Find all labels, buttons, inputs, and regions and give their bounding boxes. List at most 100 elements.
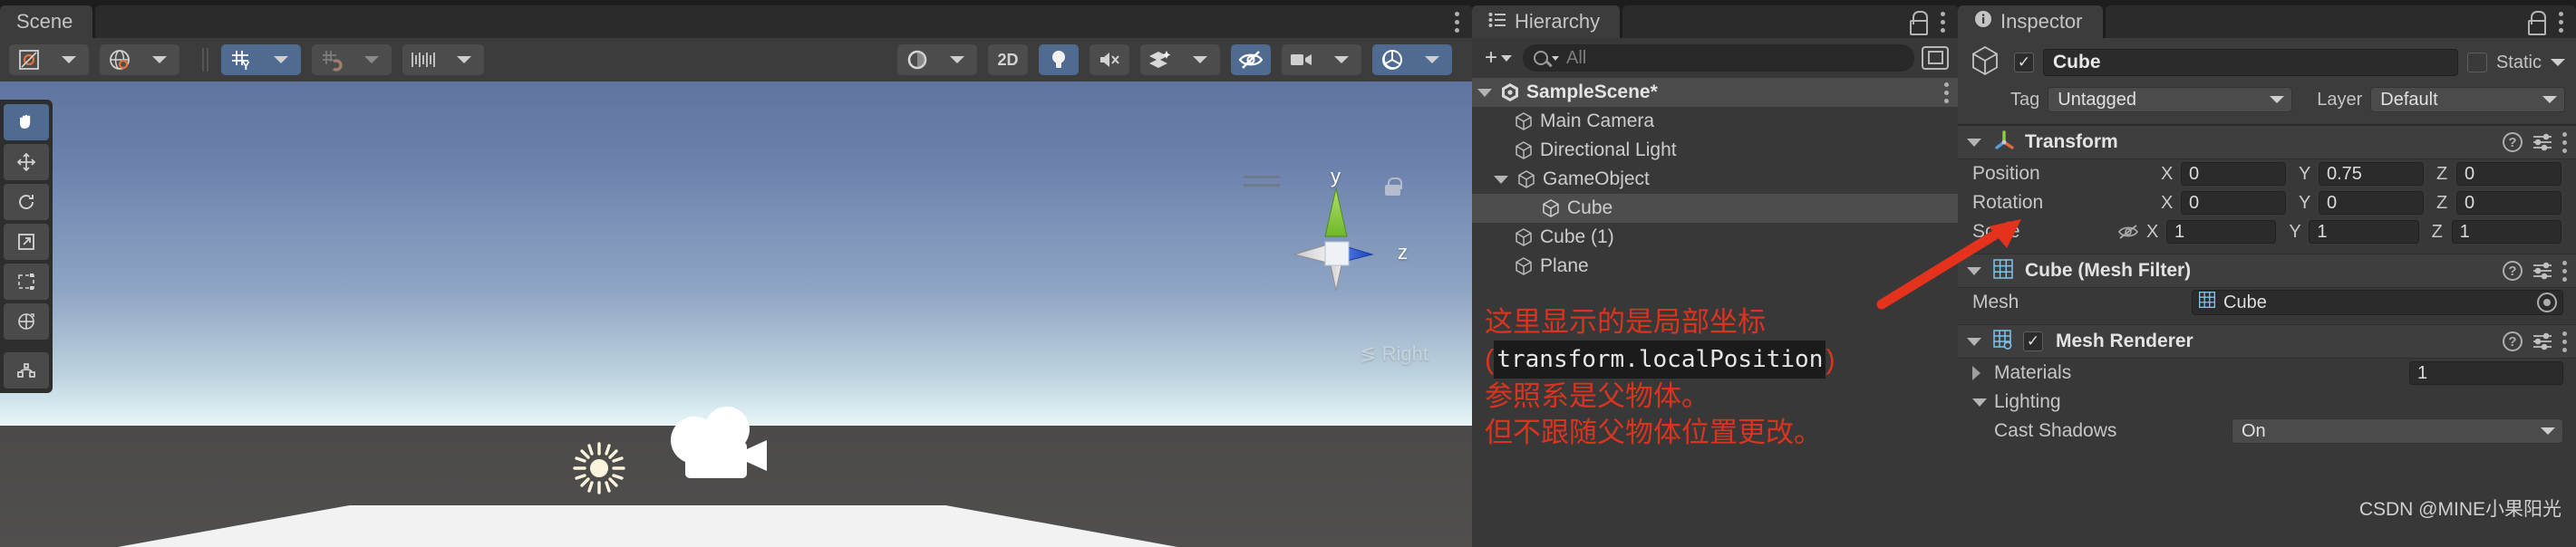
static-checkbox[interactable] [2466,53,2487,72]
component-header-mesh-filter[interactable]: Cube (Mesh Filter) ? [1958,254,2576,288]
add-gameobject-button[interactable]: + [1481,45,1516,71]
pivot-center-icon[interactable] [9,44,49,75]
scene-camera-icon[interactable] [1282,44,1322,75]
effects-icon[interactable] [1140,44,1180,75]
mesh-renderer-enabled-checkbox[interactable]: ✓ [2023,331,2043,351]
hierarchy-row-gameobject[interactable]: GameObject [1472,165,1958,194]
eye-off-icon[interactable] [1231,44,1271,75]
fx-dropdown[interactable] [1180,44,1220,75]
constrain-proportions-off-icon[interactable] [2117,224,2139,240]
chevron-down-icon[interactable] [1494,175,1508,184]
preset-icon[interactable] [2532,132,2553,152]
scale-y-input[interactable]: 1 [2309,220,2419,244]
object-enabled-checkbox[interactable]: ✓ [2014,53,2034,72]
rotation-z-input[interactable]: 0 [2456,191,2561,215]
scene-camera-dropdown[interactable] [1322,44,1361,75]
rotation-x-input[interactable]: 0 [2181,191,2286,215]
hierarchy-toolbar: + All [1472,38,1958,78]
component-menu-kebab-icon[interactable] [2562,260,2567,282]
chevron-down-icon[interactable] [1477,88,1492,97]
grid-snap-y-icon[interactable]: Y [221,44,261,75]
hierarchy-search-input[interactable]: All [1523,44,1914,72]
scale-tool[interactable] [4,224,49,260]
inspector-lock-icon[interactable] [2526,11,2546,35]
draw-mode-dropdown[interactable] [937,44,977,75]
help-icon[interactable]: ? [2503,132,2523,152]
help-icon[interactable]: ? [2503,261,2523,281]
gizmo-view-label[interactable]: ≶ Right [1360,342,1428,366]
mesh-renderer-icon [1992,329,2016,355]
pivot-dropdown[interactable] [49,44,89,75]
position-x-input[interactable]: 0 [2181,162,2286,186]
scene-menu-kebab-icon[interactable] [1455,11,1459,33]
object-name-field[interactable]: Cube [2043,49,2458,76]
scene-viewport[interactable]: y z ≶ Right [0,82,1472,547]
tab-inspector-label: Inspector [2000,10,2083,33]
global-local-icon[interactable] [100,44,140,75]
gameobject-cube-icon [1516,169,1536,189]
lightbulb-icon[interactable] [1039,44,1079,75]
chevron-down-icon[interactable] [1967,337,1981,346]
hand-tool[interactable] [4,104,49,140]
shading-mode-icon[interactable] [897,44,937,75]
tab-inspector[interactable]: Inspector [1958,5,2103,38]
layer-dropdown[interactable]: Default [2370,87,2565,112]
tag-dropdown[interactable]: Untagged [2048,87,2293,112]
component-header-mesh-renderer[interactable]: ✓ Mesh Renderer ? [1958,324,2576,359]
preset-icon[interactable] [2532,331,2553,351]
component-menu-kebab-icon[interactable] [2562,131,2567,153]
handle-space-group [100,44,179,75]
position-axis-z-label: Z [2436,163,2448,184]
rect-transform-tool[interactable] [4,264,49,300]
component-header-transform[interactable]: Transform ? [1958,125,2576,159]
grid-snap-dropdown[interactable] [261,44,301,75]
directional-light-gizmo[interactable] [571,440,627,496]
handle-space-dropdown[interactable] [140,44,179,75]
combined-transform-tool[interactable] [4,303,49,340]
transform-axes-icon [1992,129,2016,157]
component-menu-kebab-icon[interactable] [2562,331,2567,352]
open-in-window-icon[interactable] [1922,46,1949,70]
hierarchy-row-samplescene[interactable]: SampleScene* [1472,78,1958,107]
tab-hierarchy[interactable]: Hierarchy [1472,5,1621,38]
hierarchy-lock-icon[interactable] [1908,11,1928,35]
chevron-right-icon[interactable] [1972,366,1987,380]
chevron-down-icon[interactable] [1972,398,1987,407]
preset-icon[interactable] [2532,261,2553,281]
move-tool[interactable] [4,144,49,180]
materials-count-input[interactable]: 1 [2409,361,2563,385]
static-dropdown-chevron-icon[interactable] [2551,59,2565,66]
scale-x-input[interactable]: 1 [2166,220,2277,244]
layer-value: Default [2380,89,2438,110]
hierarchy-menu-kebab-icon[interactable] [1941,11,1945,33]
grid-size-icon[interactable] [402,44,444,75]
audio-mute-icon[interactable] [1089,44,1129,75]
main-camera-gizmo[interactable] [654,404,774,491]
gizmos-dropdown[interactable] [1412,44,1452,75]
custom-editor-tool[interactable] [4,352,49,389]
tab-scene[interactable]: Scene [0,5,93,38]
gizmos-icon[interactable] [1372,44,1412,75]
object-picker-icon[interactable] [2537,293,2557,312]
hierarchy-row-main-camera[interactable]: Main Camera [1472,107,1958,136]
gizmo-menu-icon[interactable] [1244,176,1280,192]
rotate-tool[interactable] [4,184,49,220]
grid-size-dropdown[interactable] [444,44,484,75]
hierarchy-row-directional-light[interactable]: Directional Light [1472,136,1958,165]
snap-increment-dropdown[interactable] [352,44,392,75]
scale-z-input[interactable]: 1 [2451,220,2561,244]
mesh-object-field[interactable]: Cube [2192,290,2563,315]
chevron-down-icon[interactable] [1967,138,1981,147]
snap-magnet-icon[interactable] [312,44,352,75]
rotation-y-input[interactable]: 0 [2319,191,2424,215]
mode-2d-button[interactable]: 2D [988,44,1028,75]
cast-shadows-dropdown[interactable]: On [2232,418,2563,444]
position-y-input[interactable]: 0.75 [2319,162,2424,186]
help-icon[interactable]: ? [2503,331,2523,351]
draw-mode-group [897,44,977,75]
gizmos-group [1372,44,1452,75]
scene-row-kebab-icon[interactable] [1944,82,1949,103]
gizmo-lock-icon[interactable] [1385,178,1402,196]
inspector-menu-kebab-icon[interactable] [2559,11,2563,33]
position-z-input[interactable]: 0 [2456,162,2561,186]
